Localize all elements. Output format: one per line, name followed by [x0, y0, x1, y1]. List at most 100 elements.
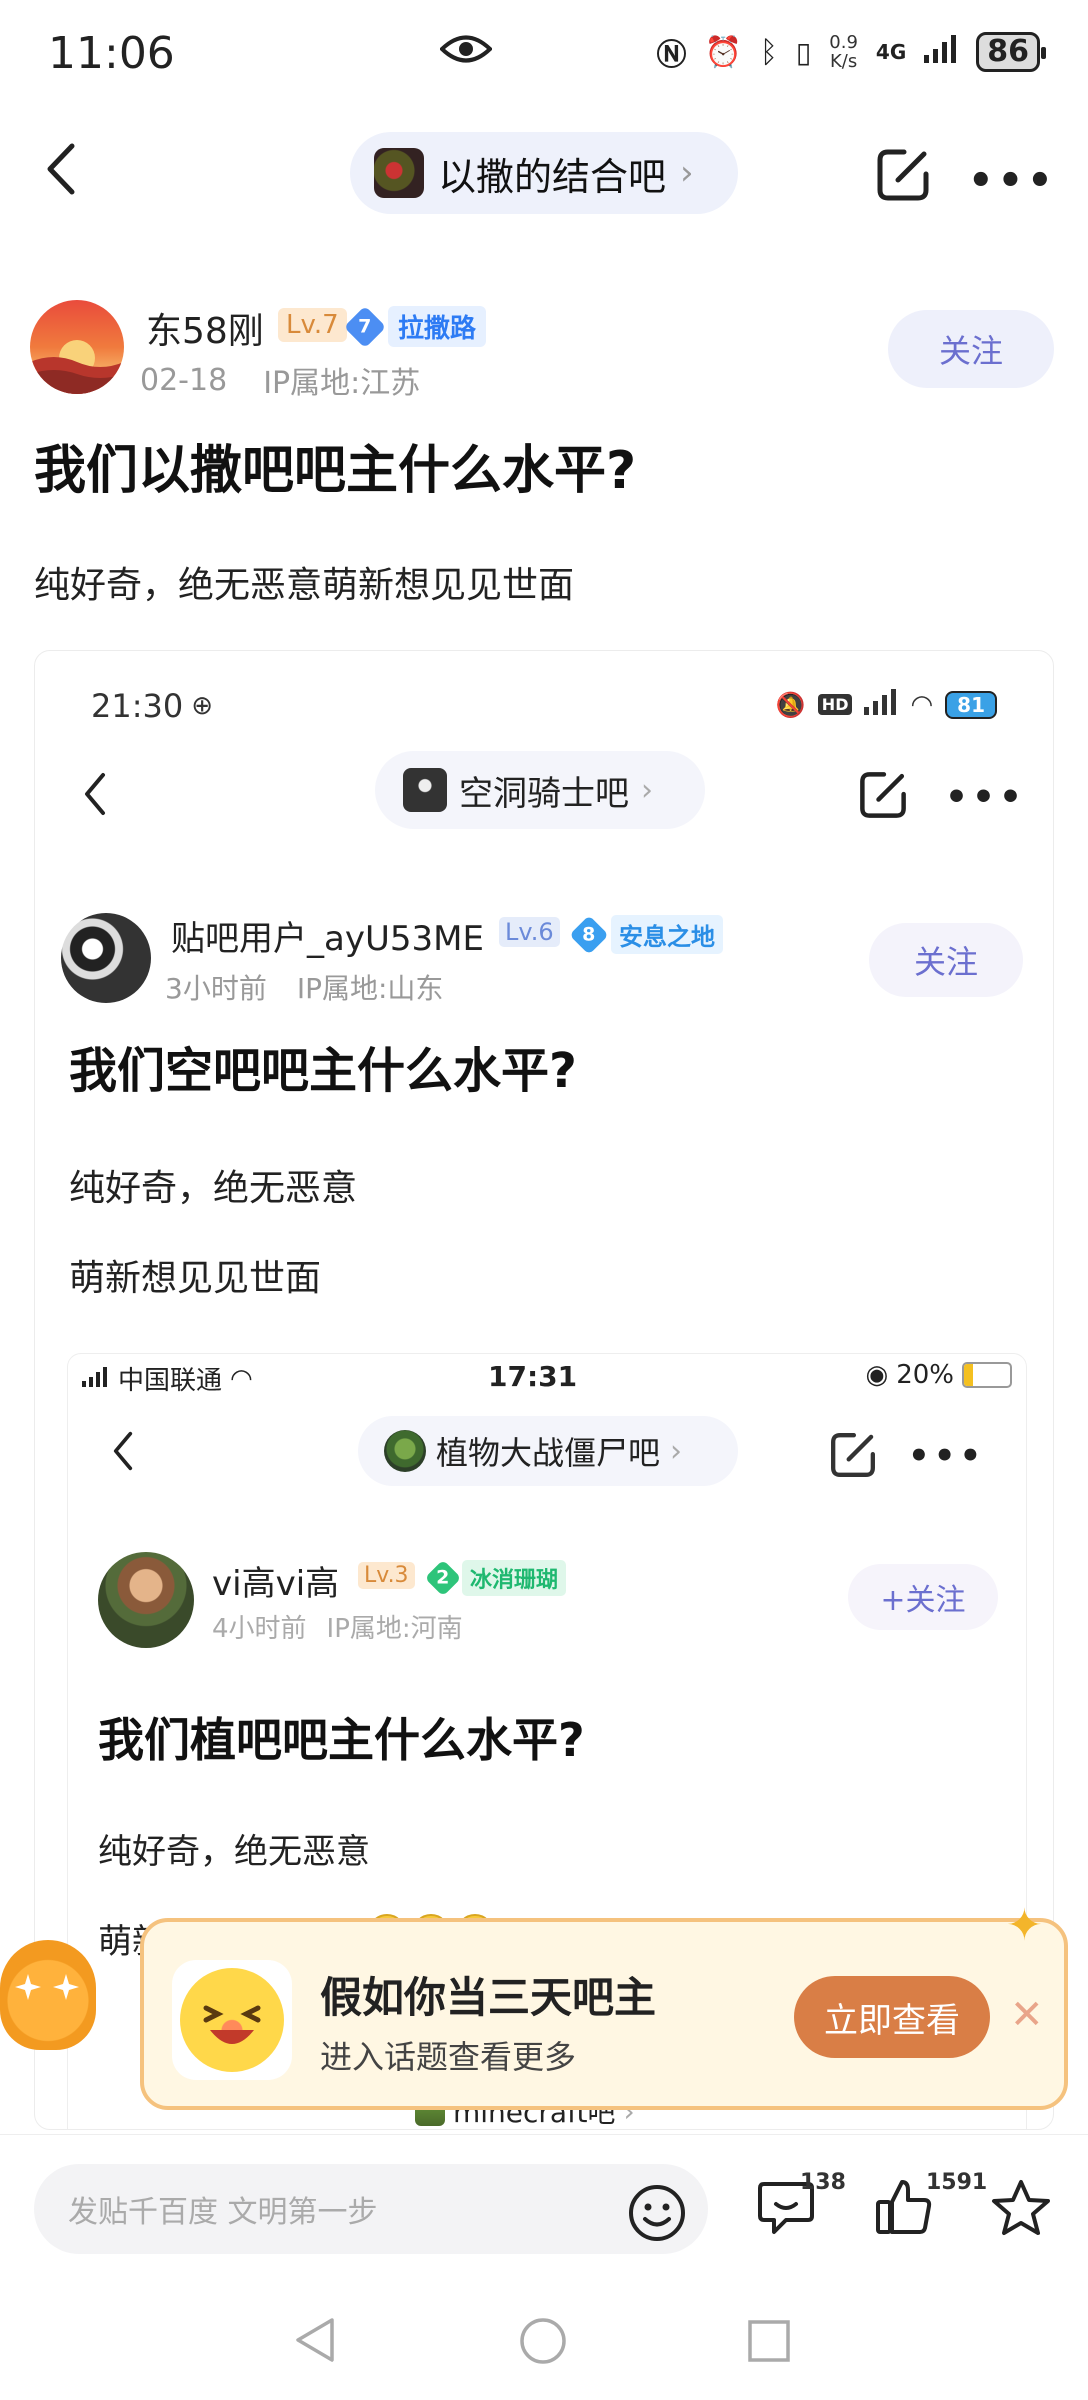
post-date: 02-18 [140, 362, 228, 398]
back-icon [83, 771, 107, 821]
chevron-right-icon: › [641, 772, 653, 808]
bluetooth-icon: ᛒ [759, 34, 778, 70]
sparkle-icon: ✦ [1006, 1900, 1043, 1951]
nested-title-badge: 2 冰消珊瑚 [424, 1559, 567, 1597]
topic-popup[interactable]: 假如你当三天吧主 进入话题查看更多 立即查看 ✕ [140, 1918, 1068, 2110]
view-now-button[interactable]: 立即查看 [794, 1976, 990, 2058]
embed-author-name: 贴吧用户_ayU53ME [171, 919, 484, 959]
embed-body-line1: 纯好奇，绝无恶意 [69, 1168, 358, 1209]
more-icon[interactable]: ••• [968, 158, 1057, 204]
post-title: 我们以撒吧吧主什么水平? [34, 441, 637, 501]
diamond-icon: 7 [343, 305, 387, 348]
diamond-icon: 2 [424, 1559, 462, 1597]
embed-battery: 81 [945, 690, 997, 719]
forum-avatar [403, 768, 447, 812]
badge-label: 拉撒路 [388, 306, 487, 347]
author-avatar[interactable] [30, 300, 124, 394]
nested-title: 我们植吧吧主什么水平? [98, 1713, 585, 1767]
embed-body-line2: 萌新想见见世面 [69, 1258, 322, 1299]
carrier-name: 中国联通 [118, 1366, 223, 1396]
follow-button[interactable]: 关注 [888, 310, 1054, 388]
close-icon[interactable]: ✕ [1010, 1992, 1044, 2038]
hd-icon: HD [817, 694, 853, 715]
wifi-icon: ◠ [230, 1363, 253, 1394]
post-meta: 02-18 IP属地:江苏 [140, 358, 420, 402]
popup-subtitle: 进入话题查看更多 [320, 2038, 577, 2076]
system-nav-bar [0, 2274, 1088, 2400]
alarm-icon: ⏰ [704, 34, 742, 70]
embed-time-ago: 3小时前 [165, 972, 267, 1005]
mascot-icon [0, 1940, 96, 2090]
battery-icon [962, 1362, 1012, 1388]
nested-author-name: vi高vi高 [212, 1564, 340, 1604]
popup-title: 假如你当三天吧主 [320, 1973, 657, 2022]
embed-status-time: 21:30 ⊕ [91, 687, 214, 725]
nav-recents-icon[interactable] [746, 2318, 792, 2364]
forum-avatar [384, 1430, 426, 1472]
embed-forum-pill: 空洞骑士吧 › [375, 751, 705, 829]
signal-icon [864, 689, 898, 720]
chevron-right-icon: › [670, 1433, 683, 1469]
edit-icon [857, 769, 909, 825]
nested-carrier: 中国联通 ◠ [82, 1360, 253, 1397]
nested-battery: ◉ 20% [866, 1360, 1012, 1390]
chevron-right-icon: › [680, 153, 694, 193]
nav-home-icon[interactable] [518, 2316, 568, 2366]
post-image[interactable]: 21:30 ⊕ 🔕 HD ◠ 81 空洞骑士吧 › ••• 贴吧用户_ayU53M… [34, 650, 1054, 2130]
embed-status-icons: 🔕 HD ◠ 81 [776, 689, 997, 720]
forum-pill[interactable]: 以撒的结合吧 › [350, 132, 738, 214]
embed-forum-name: 空洞骑士吧 [459, 773, 629, 814]
embed-title-badge: 8 安息之地 [569, 914, 723, 955]
nested-ip: IP属地:河南 [326, 1614, 463, 1644]
nested-forum-pill: 植物大战僵尸吧 › [358, 1416, 738, 1486]
lock-rotation-icon: ◉ [865, 1360, 889, 1390]
reply-input[interactable]: 发贴千百度 文明第一步 [34, 2164, 708, 2254]
nfc-icon: Ⓝ [656, 38, 687, 73]
nested-time-ago: 4小时前 [212, 1614, 307, 1644]
vibrate-icon: ▯ [795, 35, 812, 69]
embed-follow-button: 关注 [869, 923, 1023, 997]
signal-icon [82, 1364, 110, 1394]
mute-icon: 🔕 [775, 690, 806, 719]
nested-author-avatar [98, 1552, 194, 1648]
more-icon: ••• [945, 777, 1027, 818]
like-count: 1591 [926, 2170, 988, 2195]
badge-label: 安息之地 [611, 915, 723, 954]
network-type: 4G [875, 40, 907, 64]
status-time: 11:06 [48, 28, 175, 79]
diamond-icon: 8 [569, 914, 609, 955]
nested-level-badge: Lv.3 [358, 1562, 415, 1589]
signal-icon [924, 34, 958, 70]
nested-follow-button: +关注 [848, 1564, 998, 1630]
edit-icon[interactable] [874, 146, 932, 208]
popup-emoji-icon [172, 1960, 292, 2080]
battery-indicator: 86 [976, 32, 1046, 72]
battery-percent: 20% [896, 1360, 954, 1390]
status-icons: Ⓝ ⏰ ᛒ ▯ 0.9 K/s 4G 86 [656, 30, 1046, 74]
embed-ip: IP属地:山东 [296, 972, 444, 1005]
post-body: 纯好奇，绝无恶意萌新想见见世面 [34, 565, 575, 606]
forum-title-badge: 7 拉撒路 [343, 305, 487, 348]
eye-icon [439, 34, 493, 68]
nested-forum-name: 植物大战僵尸吧 [436, 1434, 661, 1472]
author-name[interactable]: 东58刚 [146, 302, 264, 354]
forum-name: 以撒的结合吧 [438, 154, 667, 199]
back-icon [112, 1430, 134, 1476]
net-speed: 0.9 K/s [829, 32, 858, 72]
emoji-icon[interactable] [628, 2184, 686, 2246]
embed-title: 我们空吧吧主什么水平? [69, 1043, 577, 1099]
nested-time: 17:31 [488, 1360, 578, 1393]
level-badge: Lv.7 [278, 308, 347, 342]
embed-author-avatar [61, 913, 151, 1003]
wifi-icon: ◠ [910, 689, 934, 720]
star-icon[interactable] [990, 2178, 1052, 2242]
nested-body-line1: 纯好奇，绝无恶意 [98, 1832, 370, 1872]
forum-avatar [374, 148, 424, 198]
badge-label: 冰消珊瑚 [462, 1560, 567, 1596]
like-icon[interactable] [874, 2176, 934, 2242]
back-icon[interactable] [46, 142, 76, 200]
more-icon: ••• [908, 1436, 986, 1476]
edit-icon [828, 1430, 878, 1484]
post-ip: IP属地:江苏 [263, 366, 421, 401]
nav-back-icon[interactable] [292, 2316, 340, 2364]
